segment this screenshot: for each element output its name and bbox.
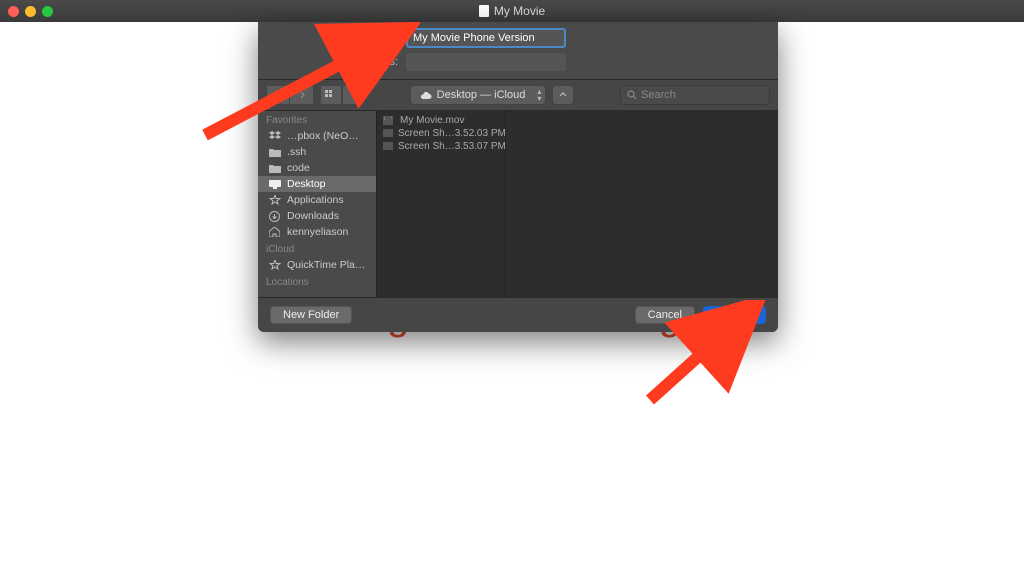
movie-file-icon xyxy=(383,116,395,126)
sidebar-item-label: Desktop xyxy=(287,178,326,190)
file-name: Screen Sh…3.52.03 PM xyxy=(398,128,505,139)
sidebar-header-icloud: iCloud xyxy=(258,240,376,257)
file-row[interactable]: My Movie.mov xyxy=(377,114,505,127)
save-button[interactable]: Save xyxy=(703,306,766,324)
file-row[interactable]: Screen Sh…3.52.03 PM xyxy=(377,127,505,140)
sidebar-item-dropbox[interactable]: …pbox (NeO… xyxy=(258,128,376,144)
desktop-icon xyxy=(268,178,281,190)
applications-icon xyxy=(268,259,281,271)
sidebar-item-label: …pbox (NeO… xyxy=(287,130,359,142)
location-label: Desktop — iCloud xyxy=(437,89,526,101)
sidebar-item-code[interactable]: code xyxy=(258,160,376,176)
search-placeholder: Search xyxy=(641,89,676,101)
sidebar-item-home[interactable]: kennyeliason xyxy=(258,224,376,240)
app-titlebar: My Movie xyxy=(0,0,1024,22)
export-filename-input[interactable] xyxy=(406,28,566,48)
cloud-icon xyxy=(419,91,432,100)
file-name: Screen Sh…3.53.07 PM xyxy=(398,141,505,152)
window-title: My Movie xyxy=(0,4,1024,18)
file-column: My Movie.mov Screen Sh…3.52.03 PM Screen… xyxy=(376,111,506,297)
search-icon xyxy=(627,90,637,100)
sidebar-item-label: .ssh xyxy=(287,146,306,158)
dialog-button-bar: New Folder Cancel Save xyxy=(258,298,778,332)
dropbox-icon xyxy=(268,130,281,142)
new-folder-button[interactable]: New Folder xyxy=(270,306,352,324)
location-popup[interactable]: Desktop — iCloud ▴▾ xyxy=(410,85,547,105)
save-dialog: Export As: Tags: xyxy=(258,22,778,332)
collapse-button[interactable] xyxy=(552,85,574,105)
sidebar-header-favorites: Favorites xyxy=(258,111,376,128)
folder-icon xyxy=(268,146,281,158)
tags-label: Tags: xyxy=(288,56,398,68)
dialog-toolbar: Desktop — iCloud ▴▾ Search xyxy=(258,80,778,110)
sidebar: Favorites …pbox (NeO… .ssh code Desktop … xyxy=(258,111,376,297)
sidebar-item-label: Downloads xyxy=(287,210,339,222)
forward-button[interactable] xyxy=(290,85,314,105)
stepper-icon: ▴▾ xyxy=(537,88,541,102)
cancel-button[interactable]: Cancel xyxy=(635,306,695,324)
downloads-icon xyxy=(268,210,281,222)
search-field[interactable]: Search xyxy=(620,85,770,105)
export-as-label: Export As: xyxy=(288,32,398,44)
sidebar-item-label: kennyeliason xyxy=(287,226,348,238)
sidebar-item-desktop[interactable]: Desktop xyxy=(258,176,376,192)
view-mode-dropdown[interactable] xyxy=(342,85,364,105)
sidebar-item-quicktime[interactable]: QuickTime Pla… xyxy=(258,257,376,273)
view-mode-button[interactable] xyxy=(320,85,342,105)
applications-icon xyxy=(268,194,281,206)
window-title-text: My Movie xyxy=(494,4,545,18)
document-icon xyxy=(479,5,489,17)
folder-icon xyxy=(268,162,281,174)
back-button[interactable] xyxy=(266,85,290,105)
file-name: My Movie.mov xyxy=(400,115,464,126)
sidebar-item-applications[interactable]: Applications xyxy=(258,192,376,208)
home-icon xyxy=(268,226,281,238)
sidebar-header-locations: Locations xyxy=(258,273,376,290)
file-row[interactable]: Screen Sh…3.53.07 PM xyxy=(377,140,505,153)
sidebar-item-label: QuickTime Pla… xyxy=(287,259,365,271)
image-file-icon xyxy=(383,142,393,152)
sidebar-item-ssh[interactable]: .ssh xyxy=(258,144,376,160)
sidebar-item-label: code xyxy=(287,162,310,174)
tags-input[interactable] xyxy=(406,53,566,71)
preview-column xyxy=(506,111,778,297)
sidebar-item-downloads[interactable]: Downloads xyxy=(258,208,376,224)
file-browser: Favorites …pbox (NeO… .ssh code Desktop … xyxy=(258,111,778,297)
image-file-icon xyxy=(383,129,393,139)
sidebar-item-label: Applications xyxy=(287,194,344,206)
